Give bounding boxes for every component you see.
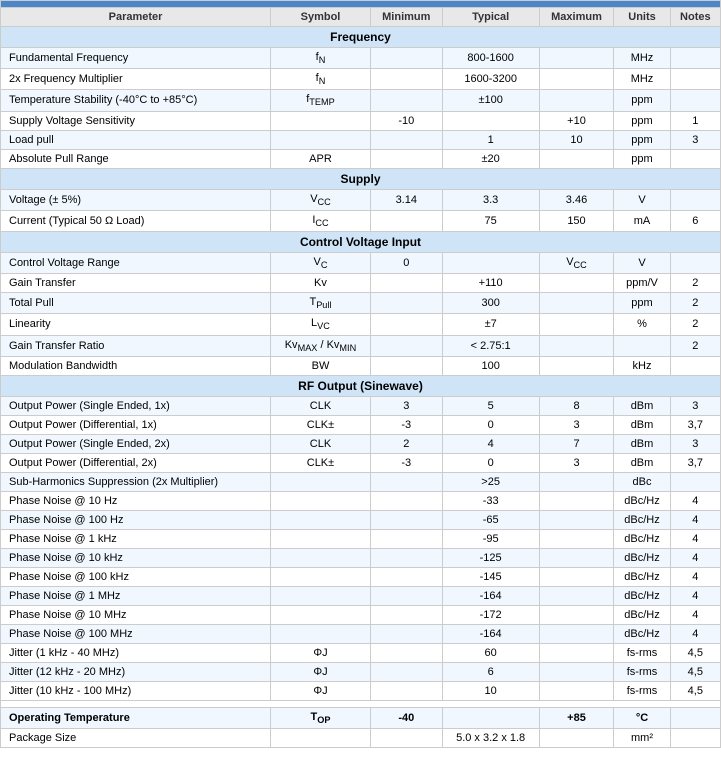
table-row: Package Size5.0 x 3.2 x 1.8mm² [1,728,721,747]
section-header-frequency: Frequency [1,27,721,48]
table-row: Phase Noise @ 100 MHz-164dBc/Hz4 [1,624,721,643]
table-row: Jitter (1 kHz - 40 MHz)ΦJ60fs-rms4,5 [1,643,721,662]
col-symbol: Symbol [271,8,371,27]
section-header-supply: Supply [1,168,721,189]
table-row: Sub-Harmonics Suppression (2x Multiplier… [1,472,721,491]
table-row: Phase Noise @ 10 kHz-125dBc/Hz4 [1,548,721,567]
table-row: Control Voltage RangeVC0VCCV [1,252,721,273]
table-row: Phase Noise @ 10 MHz-172dBc/Hz4 [1,605,721,624]
table-row: LinearityLVC±7%2 [1,314,721,335]
table-row: Fundamental FrequencyfN800-1600MHz [1,48,721,69]
col-minimum: Minimum [370,8,442,27]
table-row: Voltage (± 5%)VCC3.143.33.46V [1,189,721,210]
col-typical: Typical [442,8,539,27]
table-row: Total PullTPull300ppm2 [1,293,721,314]
electrical-performance-table: Parameter Symbol Minimum Typical Maximum… [0,0,721,748]
table-row: Jitter (12 kHz - 20 MHz)ΦJ6fs-rms4,5 [1,662,721,681]
table-row: Jitter (10 kHz - 100 MHz)ΦJ10fs-rms4,5 [1,681,721,700]
col-notes: Notes [670,8,720,27]
table-row: Load pull110ppm3 [1,130,721,149]
table-row: Supply Voltage Sensitivity-10+10ppm1 [1,111,721,130]
table-row: Output Power (Single Ended, 1x)CLK358dBm… [1,396,721,415]
table-row: Phase Noise @ 10 Hz-33dBc/Hz4 [1,491,721,510]
table-row: Phase Noise @ 1 kHz-95dBc/Hz4 [1,529,721,548]
table-row: Output Power (Single Ended, 2x)CLK247dBm… [1,434,721,453]
col-units: Units [614,8,670,27]
section-header-rf-output-(sinewave): RF Output (Sinewave) [1,375,721,396]
col-parameter: Parameter [1,8,271,27]
table-row: Gain Transfer RatioKvMAX / KvMIN< 2.75:1… [1,335,721,356]
separator-row [1,700,721,707]
table-row: Current (Typical 50 Ω Load)ICC75150mA6 [1,210,721,231]
table-row: Phase Noise @ 100 kHz-145dBc/Hz4 [1,567,721,586]
table-row: Output Power (Differential, 2x)CLK±-303d… [1,453,721,472]
table-row: Output Power (Differential, 1x)CLK±-303d… [1,415,721,434]
table-row: 2x Frequency MultiplierfN1600-3200MHz [1,69,721,90]
section-header-control-voltage-input: Control Voltage Input [1,231,721,252]
table-row: Phase Noise @ 100 Hz-65dBc/Hz4 [1,510,721,529]
col-maximum: Maximum [539,8,614,27]
table-title [1,1,721,8]
table-row: Operating TemperatureTOP-40+85°C [1,707,721,728]
table-row: Modulation BandwidthBW100kHz [1,356,721,375]
table-row: Gain TransferKv+110ppm/V2 [1,274,721,293]
table-row: Absolute Pull RangeAPR±20ppm [1,149,721,168]
table-row: Phase Noise @ 1 MHz-164dBc/Hz4 [1,586,721,605]
table-row: Temperature Stability (-40°C to +85°C)fT… [1,90,721,111]
